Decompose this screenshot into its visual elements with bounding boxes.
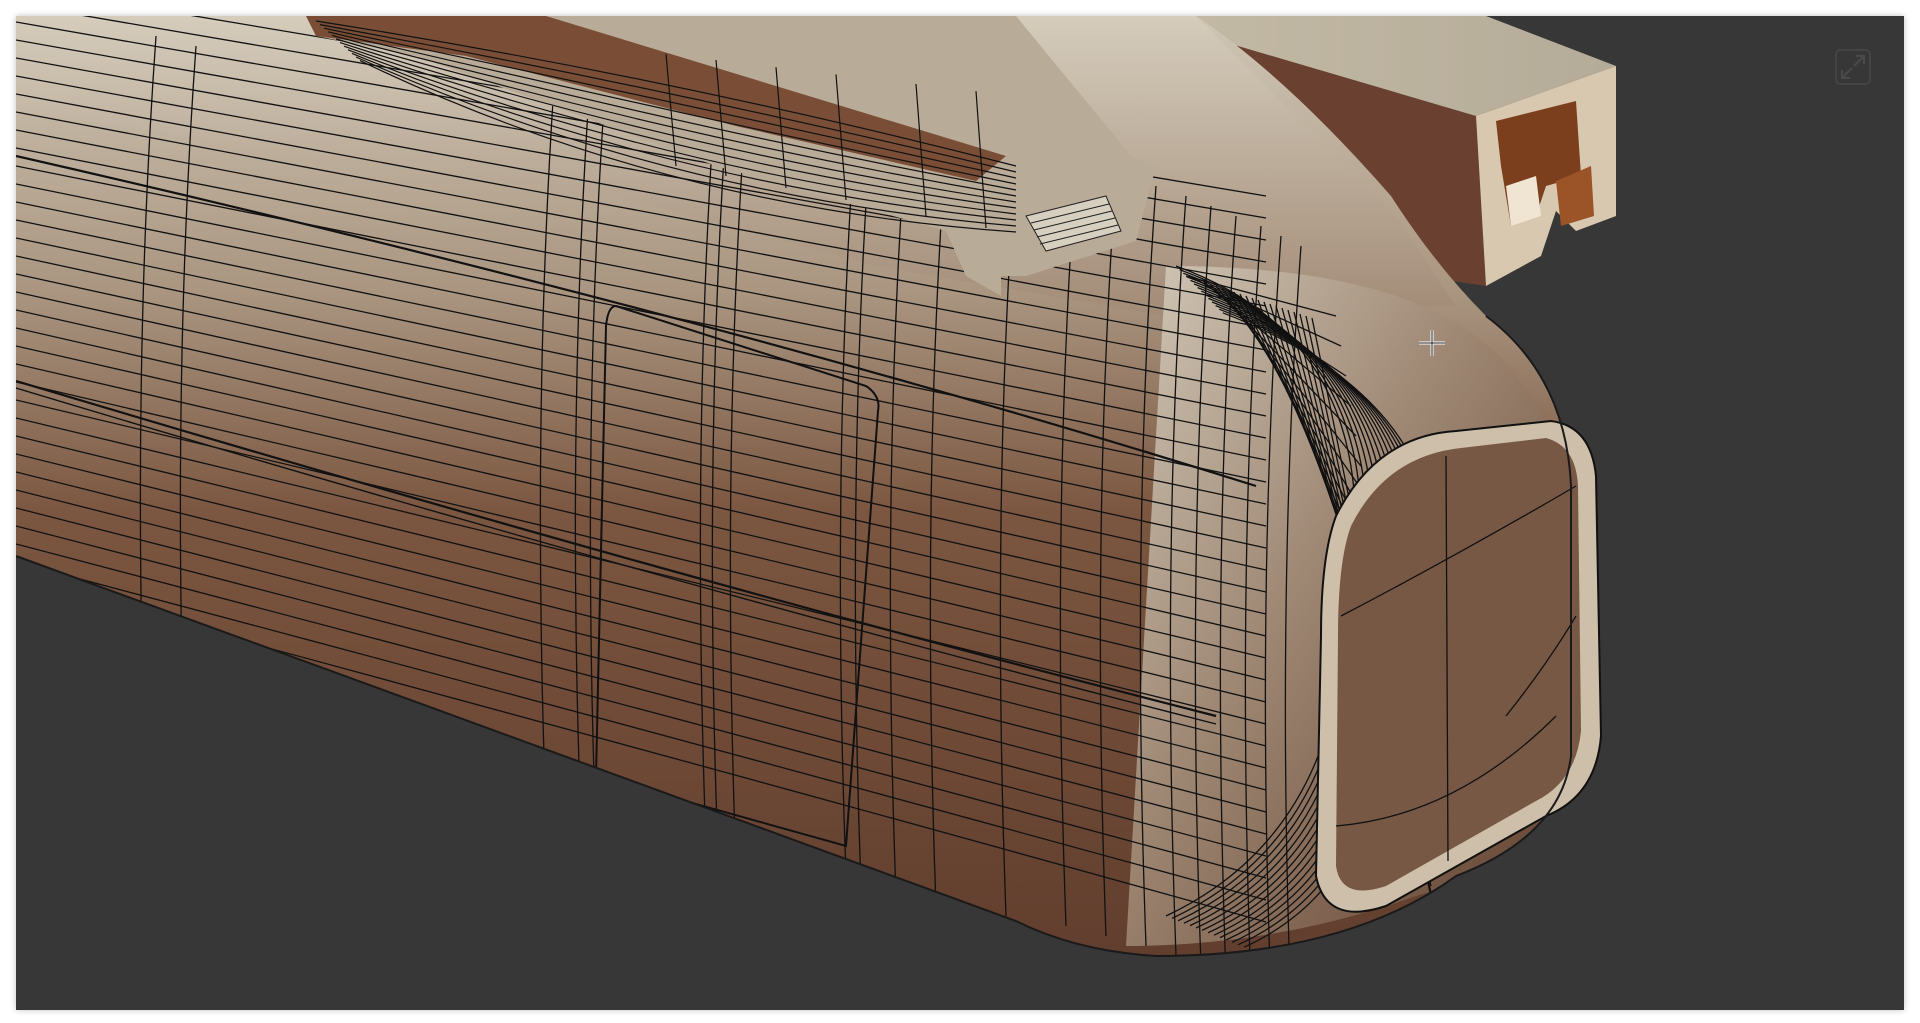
3d-viewport[interactable]	[16, 16, 1904, 1010]
maximize-button[interactable]	[1832, 46, 1874, 88]
scene-canvas[interactable]	[16, 16, 1904, 1010]
maximize-icon	[1835, 49, 1871, 85]
app-frame	[0, 0, 1920, 1023]
